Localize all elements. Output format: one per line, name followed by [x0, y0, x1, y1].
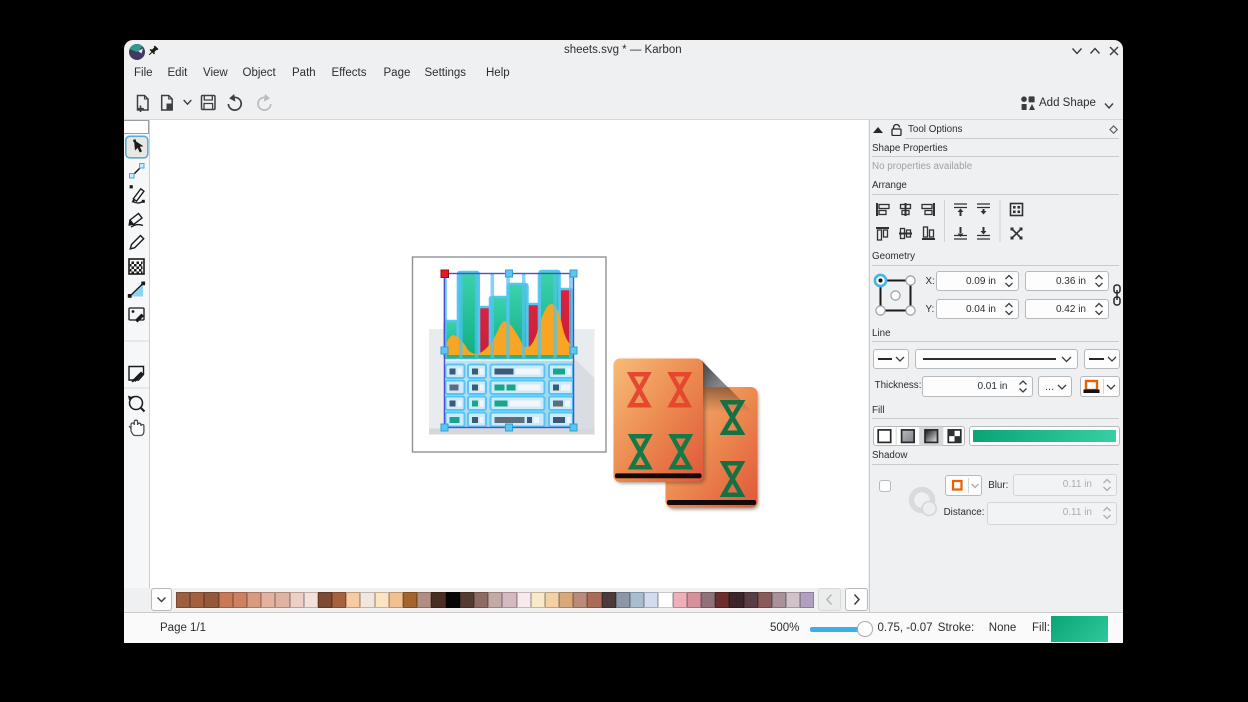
svg-text:...: ... [1045, 381, 1054, 393]
